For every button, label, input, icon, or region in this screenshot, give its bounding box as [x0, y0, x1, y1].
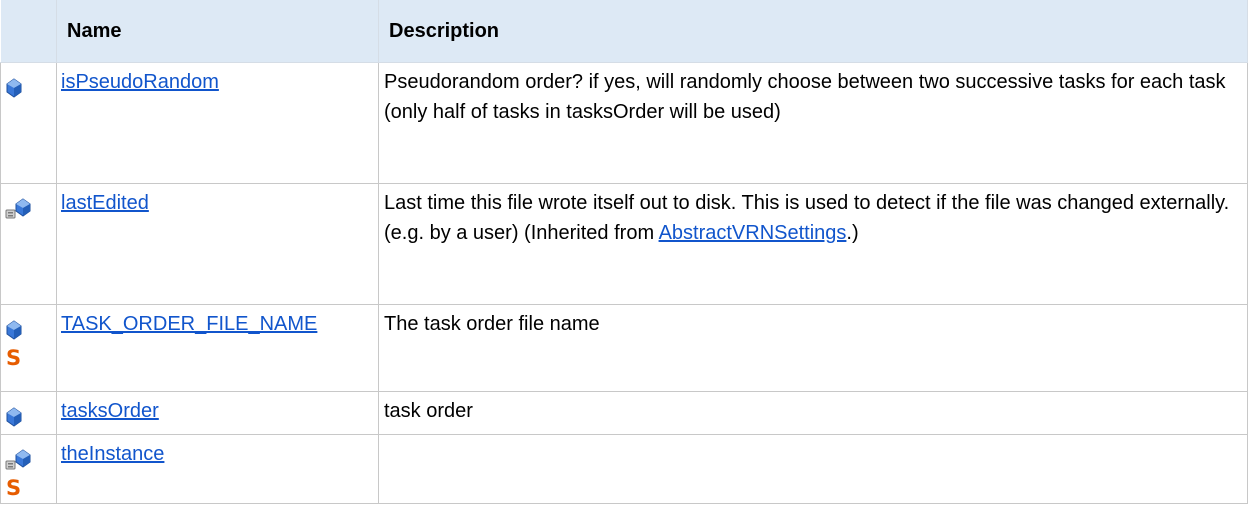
icon-cell: S — [0, 304, 57, 392]
icon-cell: S — [0, 434, 57, 504]
member-description: The task order file name — [384, 313, 600, 335]
icon-cell — [0, 183, 57, 305]
table-row: lastEdited Last time this file wrote its… — [0, 183, 1248, 305]
members-table: Name Description isPseudoRandom Pseudora… — [0, 0, 1248, 504]
member-link-lastEdited[interactable]: lastEdited — [61, 192, 149, 214]
header-name-column: Name — [56, 0, 379, 63]
name-cell: TASK_ORDER_FILE_NAME — [56, 304, 379, 392]
member-description-suffix: .) — [846, 222, 859, 244]
member-link-tasksOrder[interactable]: tasksOrder — [61, 400, 159, 422]
name-cell: isPseudoRandom — [56, 62, 379, 184]
table-header-row: Name Description — [0, 0, 1248, 63]
member-link-theInstance[interactable]: theInstance — [61, 443, 164, 465]
table-row: tasksOrder task order — [0, 391, 1248, 435]
member-description: task order — [384, 400, 473, 422]
inherited-from-link[interactable]: AbstractVRNSettings — [659, 222, 847, 244]
member-link-TASK_ORDER_FILE_NAME[interactable]: TASK_ORDER_FILE_NAME — [61, 313, 317, 335]
member-link-isPseudoRandom[interactable]: isPseudoRandom — [61, 71, 219, 93]
description-cell: Pseudorandom order? if yes, will randoml… — [378, 62, 1248, 184]
description-cell: task order — [378, 391, 1248, 435]
name-cell: tasksOrder — [56, 391, 379, 435]
icon-cell — [0, 62, 57, 184]
public-field-icon — [5, 319, 23, 340]
header-icon-column — [0, 0, 57, 63]
description-cell — [378, 434, 1248, 504]
protected-field-icon — [5, 449, 33, 470]
table-row: S theInstance — [0, 434, 1248, 504]
icon-cell — [0, 391, 57, 435]
name-cell: lastEdited — [56, 183, 379, 305]
table-row: isPseudoRandom Pseudorandom order? if ye… — [0, 62, 1248, 184]
static-icon: S — [6, 346, 22, 370]
static-icon: S — [6, 476, 22, 500]
description-cell: The task order file name — [378, 304, 1248, 392]
table-row: S TASK_ORDER_FILE_NAME The task order fi… — [0, 304, 1248, 392]
member-description: Pseudorandom order? if yes, will randoml… — [384, 71, 1226, 123]
description-cell: Last time this file wrote itself out to … — [378, 183, 1248, 305]
protected-field-icon — [5, 198, 33, 219]
public-field-icon — [5, 77, 23, 98]
name-cell: theInstance — [56, 434, 379, 504]
public-field-icon — [5, 406, 23, 427]
header-description-column: Description — [378, 0, 1248, 63]
